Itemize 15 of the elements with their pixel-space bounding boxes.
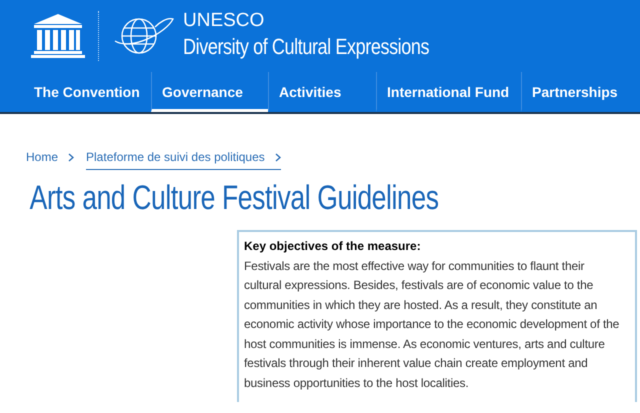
- breadcrumb-link[interactable]: Plateforme de suivi des politiques: [86, 148, 281, 170]
- temple-logo-icon[interactable]: [30, 13, 86, 59]
- measure-text: Festivals are the most effective way for communities to flaunt their cultural expressions. Besides, festivals are of economic value to the communities in which they are hosted. As a result, they constitute an economic activity whose importance to the economic development of the host communities is immense. As economic ventures, arts and culture festivals through their inherent value chain create employment and business opportunities to the host localities.: [244, 258, 620, 392]
- nav-tab[interactable]: International Fund: [376, 72, 521, 112]
- nav-tab[interactable]: Activities: [268, 72, 376, 112]
- nav-tab[interactable]: The Convention: [24, 72, 151, 112]
- breadcrumb-link[interactable]: Home: [26, 148, 74, 170]
- page-title: Arts and Culture Festival Guidelines: [28, 178, 440, 218]
- chevron-icon: [274, 152, 281, 162]
- measure-heading: Key objectives of the measure:: [244, 238, 422, 255]
- nav-tab[interactable]: Governance: [151, 72, 268, 112]
- org-name: UNESCO: [183, 10, 266, 32]
- nav-tab[interactable]: Partnerships: [521, 72, 640, 112]
- chevron-icon: [68, 152, 74, 162]
- site-title: Diversity of Cultural Expressions: [183, 33, 430, 61]
